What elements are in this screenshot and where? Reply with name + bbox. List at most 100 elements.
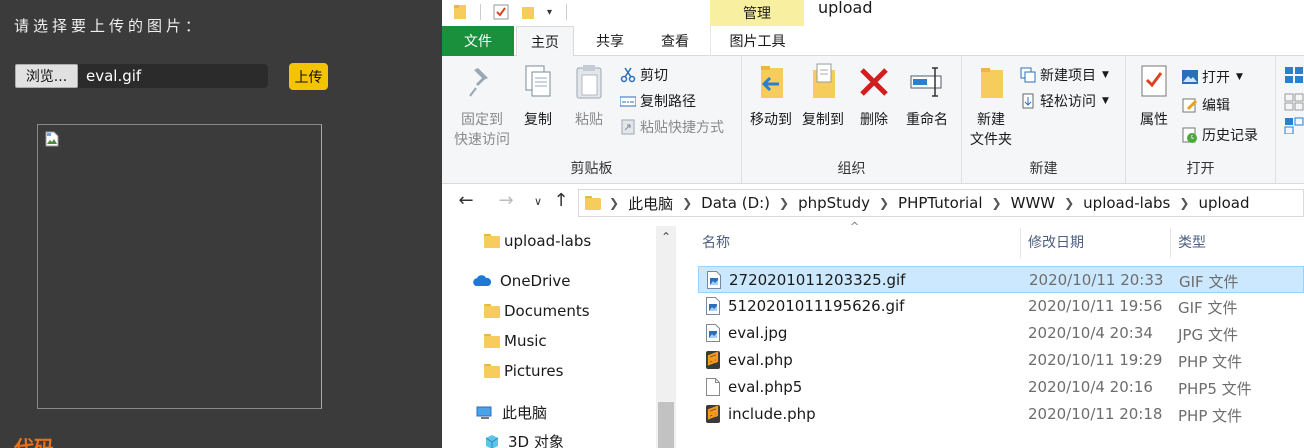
copy-path-button[interactable]: 复制路径 [620,90,696,112]
file-name: eval.php [728,351,793,369]
new-folder-button[interactable]: 新建 文件夹 [966,62,1016,150]
context-tab-manage[interactable]: 管理 [710,0,804,26]
file-row[interactable]: eval.php 2020/10/11 19:29 PHP 文件 [698,347,1304,374]
new-item-button[interactable]: 新建项目 ▼ [1020,64,1109,86]
file-row[interactable]: 5120201011195626.gif 2020/10/11 19:56 GIF … [698,293,1304,320]
tab-file[interactable]: 文件 [442,26,514,56]
breadcrumb-phptutorial[interactable]: PHPTutorial [898,194,983,212]
file-row[interactable]: eval.jpg 2020/10/4 20:34 JPG 文件 [698,320,1304,347]
rename-label: 重命名 [906,112,948,128]
address-bar[interactable]: ❯ 此电脑 ❯ Data (D:) ❯ phpStudy ❯ PHPTutori… [578,189,1304,217]
file-row[interactable]: include.php 2020/10/11 20:18 PHP 文件 [698,401,1304,428]
sublime-file-icon [706,405,720,423]
clipboard-group: 固定到 快速访问 复制 粘贴 剪切 复制路径 粘贴快捷方式 剪贴板 [442,56,742,184]
nav-pane-scrollbar[interactable]: ⌃ [656,226,676,448]
paste-shortcut-button[interactable]: 粘贴快捷方式 [620,116,724,138]
nav-item-3d-objects[interactable]: 3D 对象 [484,431,564,448]
column-header-type[interactable]: 类型 [1178,232,1206,252]
rename-button[interactable]: 重命名 [902,62,952,130]
pin-quick-access-button[interactable]: 固定到 快速访问 [450,62,514,150]
delete-button[interactable]: 删除 [856,62,892,130]
new-folder-label-1: 新建 [977,112,1005,128]
file-name: 2720201011203325.gif [729,271,906,289]
file-explorer-window: ▾ 管理 upload 文件 主页 共享 查看 图片工具 固定到 快速访问 复制… [442,0,1304,448]
up-arrow-icon[interactable]: ↑ [549,190,573,211]
ribbon: 固定到 快速访问 复制 粘贴 剪切 复制路径 粘贴快捷方式 剪贴板 移动到 复制… [442,56,1304,184]
nav-item-label: Music [504,332,547,350]
copy-button[interactable]: 复制 [518,62,558,130]
column-divider[interactable] [1020,228,1021,258]
copy-to-icon [813,63,835,98]
move-to-button[interactable]: 移动到 [746,62,796,130]
upload-button[interactable]: 上传 [289,63,328,90]
nav-item-onedrive[interactable]: OneDrive [472,272,571,290]
nav-item-label: 此电脑 [502,404,548,422]
nav-item-label: OneDrive [500,272,571,290]
tab-view[interactable]: 查看 [647,26,703,56]
new-folder-icon[interactable] [521,4,537,20]
new-item-dropdown-icon: ▼ [1102,70,1109,80]
organize-group-label: 组织 [837,161,866,177]
paste-shortcut-icon [621,119,635,135]
chevron-right-icon: ❯ [991,196,1002,210]
breadcrumb-this-pc[interactable]: 此电脑 [628,193,673,214]
easy-access-dropdown-icon: ▼ [1102,96,1109,106]
nav-item-this-pc[interactable]: 此电脑 [476,402,547,423]
paste-button[interactable]: 粘贴 [569,62,609,130]
tab-home[interactable]: 主页 [516,26,574,57]
address-folder-icon [585,196,601,210]
column-header-name[interactable]: 名称 [702,232,730,252]
copy-label: 复制 [524,112,552,128]
delete-label: 删除 [860,112,888,128]
cut-button[interactable]: 剪切 [620,64,668,86]
scroll-up-arrow-icon[interactable]: ⌃ [656,230,676,244]
breadcrumb-www[interactable]: WWW [1011,194,1056,212]
breadcrumb-data-d[interactable]: Data (D:) [701,194,770,212]
tab-picture-tools[interactable]: 图片工具 [710,26,804,56]
new-item-label: 新建项目 [1040,68,1096,84]
properties-icon [1141,65,1167,97]
breadcrumb-upload-labs[interactable]: upload-labs [1083,194,1170,212]
file-date: 2020/10/4 20:16 [1028,378,1153,396]
nav-item-upload-labs[interactable]: upload-labs [484,232,591,250]
nav-item-documents[interactable]: Documents [484,302,590,320]
folder-icon[interactable] [452,3,468,21]
open-label: 打开 [1202,70,1230,86]
pin-label-1: 固定到 [461,112,503,128]
easy-access-button[interactable]: 轻松访问 ▼ [1020,90,1109,112]
forward-arrow-icon[interactable]: → [494,190,518,211]
open-button[interactable]: 打开 ▼ [1182,66,1243,88]
nav-item-music[interactable]: Music [484,332,547,350]
history-button[interactable]: 历史记录 [1182,124,1258,146]
history-label: 历史记录 [1202,128,1258,144]
file-date: 2020/10/11 20:18 [1028,405,1163,423]
broken-image-icon [45,131,59,147]
breadcrumb-phpstudy[interactable]: phpStudy [798,194,870,212]
column-divider[interactable] [1170,228,1171,258]
file-type: JPG 文件 [1178,326,1238,344]
rename-icon [910,67,942,97]
recent-locations-chevron-icon[interactable]: ∨ [526,195,550,208]
file-type: GIF 文件 [1179,273,1239,291]
breadcrumb-upload[interactable]: upload [1198,194,1249,212]
properties-check-icon[interactable] [493,4,509,20]
qat-dropdown-icon[interactable]: ▾ [547,7,552,18]
tab-share[interactable]: 共享 [584,26,636,56]
copy-to-button[interactable]: 复制到 [798,62,848,130]
edit-button[interactable]: 编辑 [1182,94,1230,116]
paste-label: 粘贴 [575,112,603,128]
properties-button[interactable]: 属性 [1134,62,1174,130]
file-name: include.php [728,405,816,423]
select-icons[interactable] [1284,66,1304,135]
scrollbar-thumb[interactable] [658,402,674,448]
back-arrow-icon[interactable]: ← [454,190,478,211]
selected-file-name[interactable]: eval.gif [78,64,268,88]
column-header-date[interactable]: 修改日期 [1028,232,1084,252]
file-name: eval.php5 [728,378,803,396]
nav-item-pictures[interactable]: Pictures [484,362,563,380]
new-group-label: 新建 [1029,161,1058,177]
open-dropdown-icon: ▼ [1236,72,1243,82]
file-row[interactable]: 2720201011203325.gif 2020/10/11 20:33 GIF … [698,266,1304,293]
file-row[interactable]: eval.php5 2020/10/4 20:16 PHP5 文件 [698,374,1304,401]
browse-button[interactable]: 浏览... [15,64,78,88]
